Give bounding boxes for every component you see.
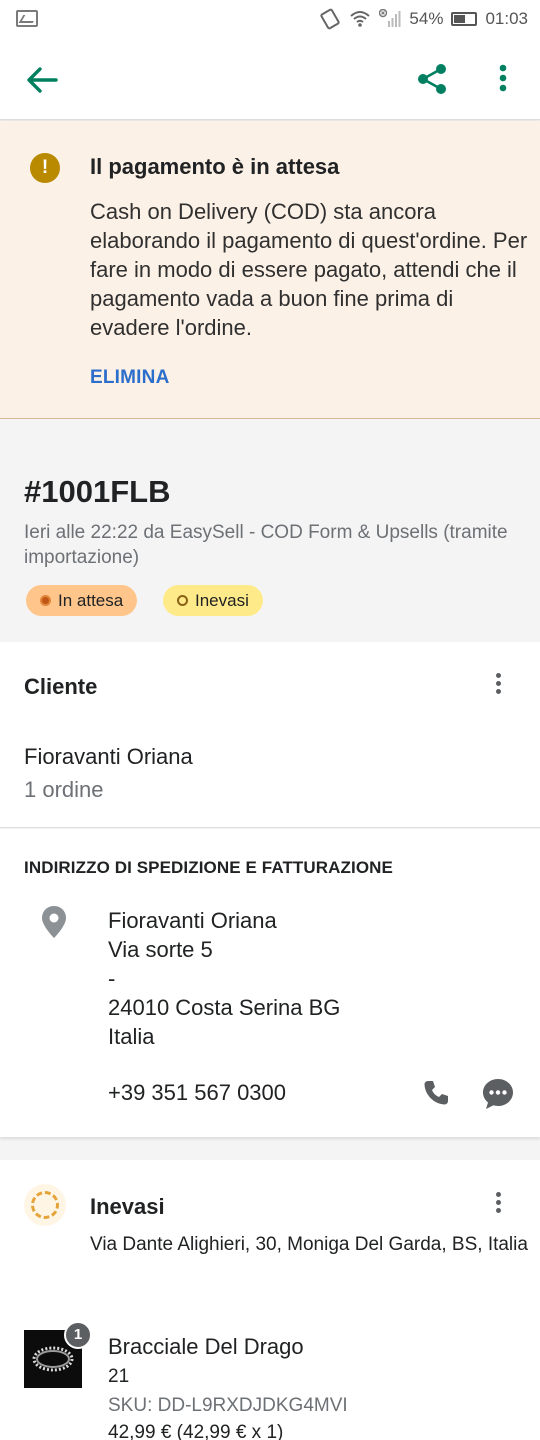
back-arrow-icon[interactable]: [22, 60, 62, 100]
product-variant: 21: [108, 1366, 130, 1387]
delete-button[interactable]: ELIMINA: [90, 367, 170, 389]
signal-icon: [379, 9, 401, 27]
quantity-badge: 1: [64, 1321, 92, 1349]
customer-name[interactable]: Fioravanti Oriana: [24, 744, 193, 770]
status-dot-icon: [40, 595, 51, 606]
address-heading: INDIRIZZO DI SPEDIZIONE E FATTURAZIONE: [24, 858, 393, 877]
wifi-icon: [350, 11, 371, 27]
banner-message: Cash on Delivery (COD) sta ancora elabor…: [90, 199, 528, 340]
unfulfilled-status-icon: [24, 1184, 66, 1226]
address-line: Via sorte 5: [108, 937, 213, 962]
customer-order-count: 1 ordine: [24, 777, 104, 802]
fulfillment-status-label: Inevasi: [195, 591, 249, 610]
fulfillment-more-icon[interactable]: [488, 1192, 508, 1218]
product-title[interactable]: Bracciale Del Drago: [108, 1334, 304, 1360]
fulfillment-location: Via Dante Alighieri, 30, Moniga Del Gard…: [90, 1234, 528, 1255]
fulfillment-status-badge: Inevasi: [163, 585, 263, 616]
customer-more-icon[interactable]: [488, 673, 508, 699]
address-line: -: [108, 966, 116, 991]
address-line: Italia: [108, 1024, 155, 1049]
product-sku: SKU: DD-L9RXDJDKG4MVI: [108, 1395, 348, 1416]
clock: 01:03: [485, 9, 528, 28]
product-price: 42,99 € (42,99 € x 1): [108, 1422, 284, 1440]
vibrate-icon: [320, 8, 341, 30]
unfulfilled-card: Inevasi Via Dante Alighieri, 30, Moniga …: [0, 1160, 540, 1440]
order-number: #1001FLB: [24, 474, 171, 509]
address-line: 24010 Costa Serina BG: [108, 995, 341, 1020]
customer-card: Cliente Fioravanti Oriana 1 ordine: [0, 642, 540, 828]
unfulfilled-heading: Inevasi: [90, 1194, 165, 1219]
app-bar: [0, 38, 540, 120]
more-vertical-icon[interactable]: [488, 60, 518, 100]
order-meta: Ieri alle 22:22 da EasySell - COD Form &…: [24, 522, 508, 568]
battery-percent: 54%: [409, 9, 444, 28]
image-icon: [16, 10, 38, 27]
battery-icon: [451, 12, 478, 26]
phone-call-icon[interactable]: [422, 1079, 450, 1107]
warning-icon: !: [30, 153, 60, 183]
payment-pending-banner: ! Il pagamento è in attesa Cash on Deliv…: [0, 121, 540, 419]
status-bar: 54% 01:03: [0, 0, 540, 38]
message-icon[interactable]: [481, 1077, 515, 1111]
payment-status-label: In attesa: [58, 591, 124, 610]
customer-heading: Cliente: [24, 674, 98, 699]
payment-status-badge: In attesa: [26, 585, 138, 616]
order-header: #1001FLB Ieri alle 22:22 da EasySell - C…: [0, 420, 540, 642]
address-line: Fioravanti Oriana: [108, 908, 277, 933]
banner-title: Il pagamento è in attesa: [90, 154, 340, 179]
share-icon[interactable]: [414, 60, 450, 100]
address-lines[interactable]: Fioravanti Oriana Via sorte 5 - 24010 Co…: [108, 906, 340, 1051]
status-bar-right: 54% 01:03: [319, 8, 528, 30]
status-ring-icon: [177, 595, 188, 606]
location-pin-icon: [42, 906, 66, 938]
address-card: INDIRIZZO DI SPEDIZIONE E FATTURAZIONE F…: [0, 829, 540, 1137]
phone-number[interactable]: +39 351 567 0300: [108, 1080, 286, 1106]
